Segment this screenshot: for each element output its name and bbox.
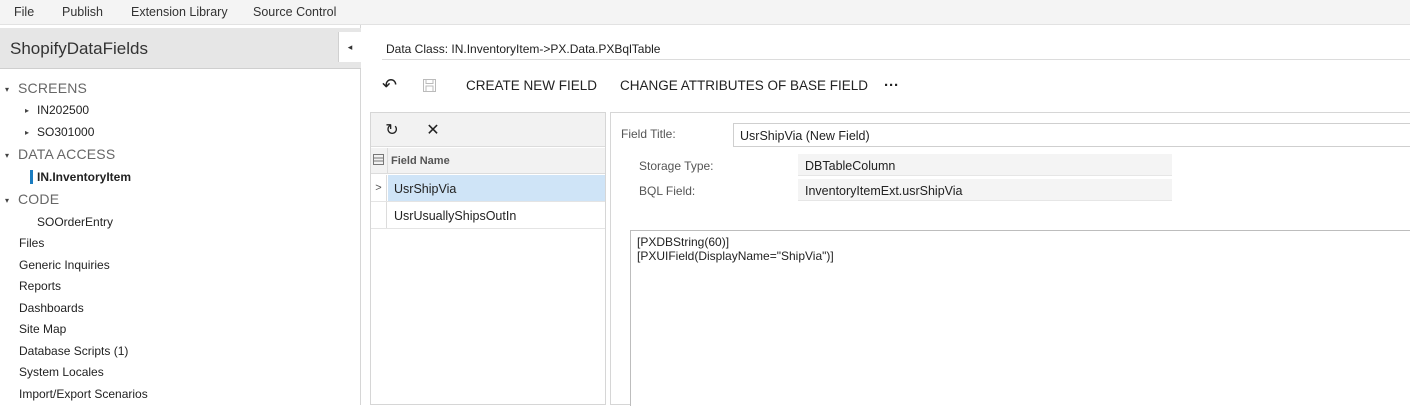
save-button[interactable]: [423, 71, 443, 99]
tree-node-label: IN202500: [37, 103, 90, 117]
project-title: ShopifyDataFields: [10, 39, 148, 58]
caret-down-icon: ▾: [5, 196, 10, 205]
tree-section-label: DATA ACCESS: [18, 146, 116, 162]
column-header-field-name[interactable]: Field Name: [391, 155, 450, 167]
data-class-title: Data Class: IN.InventoryItem->PX.Data.PX…: [386, 42, 661, 56]
caret-down-icon: ▾: [5, 85, 10, 94]
menu-file[interactable]: File: [14, 5, 34, 19]
delete-button[interactable]: ✕: [422, 120, 444, 140]
attributes-code-editor[interactable]: [PXDBString(60)] [PXUIField(DisplayName=…: [630, 230, 1410, 406]
tree-node-label: SO301000: [37, 125, 95, 139]
tree-node-generic-inquiries[interactable]: Generic Inquiries: [19, 258, 110, 272]
refresh-button[interactable]: ↻: [381, 120, 403, 140]
refresh-icon: ↻: [385, 122, 399, 139]
menu-extension-library[interactable]: Extension Library: [131, 5, 228, 19]
collapse-sidebar-button[interactable]: ◂: [338, 32, 361, 62]
collapse-left-icon: ◂: [347, 41, 353, 52]
main-content: Data Class: IN.InventoryItem->PX.Data.PX…: [361, 25, 1410, 406]
tree-node-files[interactable]: Files: [19, 236, 44, 250]
tree-node-soorderentry[interactable]: SOOrderEntry: [37, 215, 113, 229]
table-row[interactable]: > UsrShipVia: [371, 175, 605, 202]
field-name-cell: UsrShipVia: [394, 182, 457, 196]
tree-node-database-scripts[interactable]: Database Scripts (1): [19, 344, 128, 358]
create-new-field-button[interactable]: CREATE NEW FIELD: [466, 71, 597, 99]
field-name-cell: UsrUsuallyShipsOutIn: [394, 209, 517, 223]
grid-toolbar: ↻ ✕: [371, 113, 605, 147]
table-row[interactable]: UsrUsuallyShipsOutIn: [371, 202, 605, 229]
field-title-label: Field Title:: [621, 127, 676, 141]
tree-node-dashboards[interactable]: Dashboards: [19, 301, 84, 315]
tree-node-system-locales[interactable]: System Locales: [19, 365, 104, 379]
tree-section-label: CODE: [18, 191, 60, 207]
field-title-input[interactable]: UsrShipVia (New Field): [733, 123, 1410, 147]
tree-node-in-inventoryitem[interactable]: IN.InventoryItem: [37, 170, 131, 184]
selected-indicator: [30, 170, 33, 184]
tree-node-site-map[interactable]: Site Map: [19, 322, 66, 336]
menu-publish[interactable]: Publish: [62, 5, 103, 19]
save-icon: [423, 78, 436, 92]
close-icon: ✕: [426, 122, 440, 139]
bql-field-label: BQL Field:: [639, 184, 696, 198]
tree-section-label: SCREENS: [18, 80, 88, 96]
code-line: [PXUIField(DisplayName="ShipVia")]: [637, 249, 834, 263]
storage-type-value: DBTableColumn: [798, 154, 1172, 176]
menu-bar: File Publish Extension Library Source Co…: [0, 0, 1410, 25]
tree-node-label: IN.InventoryItem: [37, 170, 132, 184]
tree-node-reports[interactable]: Reports: [19, 279, 61, 293]
change-attributes-button[interactable]: CHANGE ATTRIBUTES OF BASE FIELD: [620, 71, 868, 99]
bql-field-value: InventoryItemExt.usrShipVia: [798, 179, 1172, 201]
tree-node-import-export-scenarios[interactable]: Import/Export Scenarios: [19, 387, 148, 401]
caret-right-icon: ▸: [25, 106, 30, 115]
undo-button[interactable]: ↶: [382, 71, 402, 99]
divider: [382, 59, 1410, 60]
column-settings-icon[interactable]: [373, 154, 387, 168]
code-line: [PXDBString(60)]: [637, 235, 730, 249]
chevron-right-icon: >: [371, 175, 387, 201]
row-selector: [371, 202, 387, 228]
project-sidebar: ShopifyDataFields ◂ ▾ SCREENS ▸ IN202500…: [0, 25, 361, 405]
menu-source-control[interactable]: Source Control: [253, 5, 336, 19]
undo-icon: ↶: [382, 74, 398, 95]
caret-down-icon: ▾: [5, 151, 10, 160]
tree-node-label: SOOrderEntry: [37, 215, 114, 229]
project-header: ShopifyDataFields: [0, 28, 361, 69]
grid-header: Field Name: [371, 148, 605, 174]
field-grid: ↻ ✕ Field Name > UsrShipVia UsrUsuallySh…: [370, 112, 606, 405]
storage-type-label: Storage Type:: [639, 159, 714, 173]
caret-right-icon: ▸: [25, 128, 30, 137]
header-separator: [387, 148, 388, 174]
field-details-panel: Field Title: UsrShipVia (New Field) Stor…: [610, 112, 1410, 406]
more-options-button[interactable]: ···: [884, 71, 899, 99]
